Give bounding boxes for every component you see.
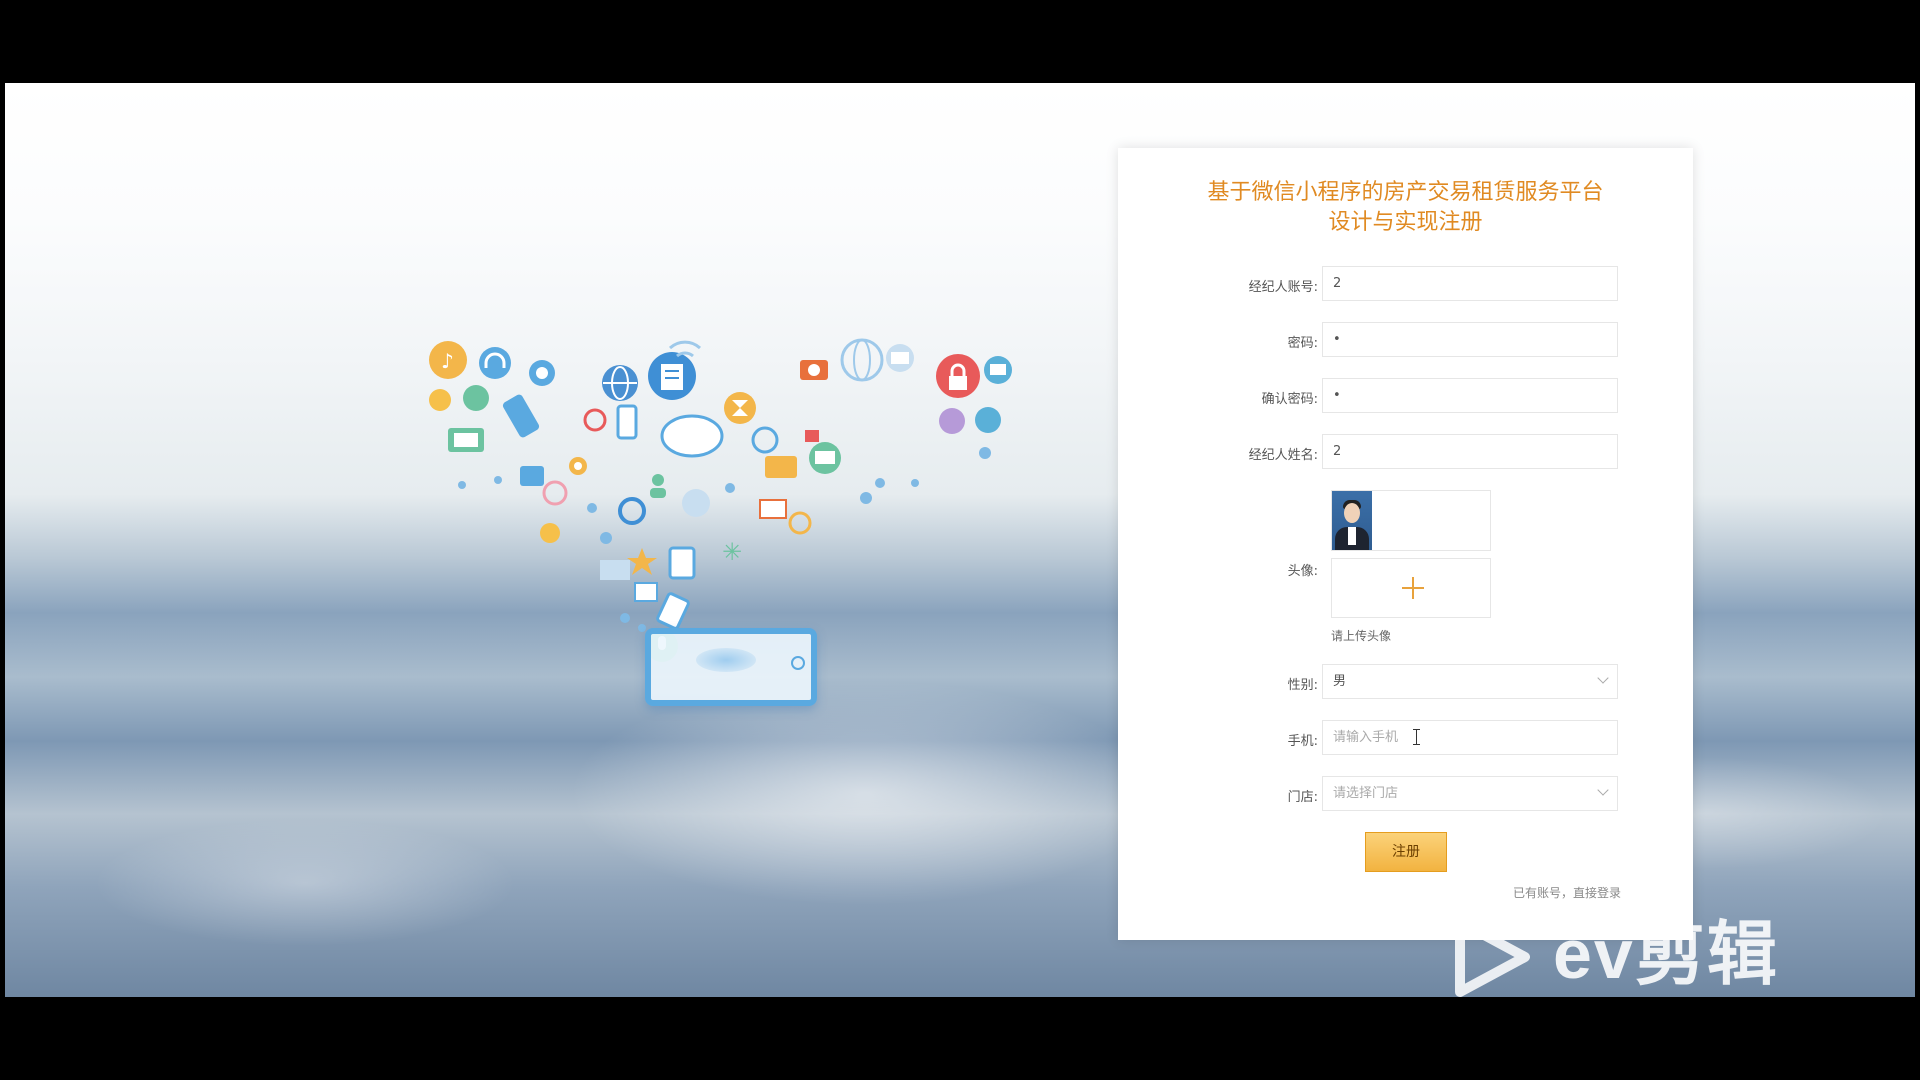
phone-label: 手机: — [1287, 734, 1318, 749]
world-icon — [840, 338, 884, 382]
name-label: 经纪人姓名: — [1248, 448, 1318, 463]
display-icon — [809, 442, 841, 474]
globe-icon — [602, 365, 638, 401]
watermark: ev剪辑 — [1450, 912, 1830, 1002]
mail-outline-icon — [759, 499, 787, 519]
watermark-text: ev剪辑 — [1553, 915, 1779, 993]
login-link[interactable]: 已有账号，直接登录 — [1513, 884, 1621, 901]
account-field[interactable]: 2 — [1322, 266, 1618, 301]
phone-icon — [502, 394, 540, 438]
app-icon-cloud-illustration: ♪ ✳ — [429, 338, 1012, 662]
store-select[interactable]: 请选择门店 — [1322, 776, 1618, 811]
gender-value: 男 — [1333, 674, 1347, 689]
mobile-icon — [616, 404, 638, 440]
svg-text:♪: ♪ — [441, 349, 454, 373]
avatar — [1332, 491, 1372, 550]
page-title: 基于微信小程序的房产交易租赁服务平台 设计与实现注册 — [1118, 178, 1693, 238]
plus-circle-icon — [751, 426, 779, 454]
share-icon — [463, 385, 489, 411]
avatar-upload-button[interactable] — [1331, 558, 1491, 618]
account-label: 经纪人账号: — [1248, 280, 1318, 295]
text-cursor-icon — [1413, 729, 1421, 745]
gender-select[interactable]: 男 — [1322, 664, 1618, 699]
laptop-icon — [448, 428, 484, 452]
svg-text:✳: ✳ — [722, 538, 742, 566]
power-icon — [583, 408, 607, 432]
tablet-small-icon — [656, 592, 690, 630]
message-icon — [984, 356, 1012, 384]
calendar-icon — [634, 582, 658, 602]
camera-icon — [800, 360, 828, 380]
tablet-screen-glow — [696, 648, 756, 672]
password-label: 密码: — [1287, 336, 1318, 351]
chevron-down-icon — [1597, 784, 1609, 796]
name-field[interactable]: 2 — [1322, 434, 1618, 469]
asterisk-icon: ✳ — [722, 538, 742, 566]
title-line-2: 设计与实现注册 — [1328, 210, 1483, 235]
star-icon — [627, 548, 657, 575]
title-line-1: 基于微信小程序的房产交易租赁服务平台 — [1207, 180, 1604, 205]
gear-icon — [569, 457, 587, 475]
headphones-icon — [479, 347, 511, 379]
chat-bubble-icon — [660, 414, 724, 458]
hourglass-icon — [724, 392, 756, 424]
store-label: 门店: — [1287, 790, 1318, 805]
play-logo-icon — [1455, 917, 1530, 997]
gender-label: 性别: — [1287, 678, 1318, 693]
padlock-icon — [805, 430, 819, 442]
avatar-label: 头像: — [1287, 564, 1318, 579]
tablet-home-button — [791, 656, 805, 670]
confirm-password-field[interactable]: • — [1322, 378, 1618, 413]
phone-field[interactable]: 请输入手机 — [1322, 720, 1618, 755]
register-card: 基于微信小程序的房产交易租赁服务平台 设计与实现注册 经纪人账号: 2 密码: … — [1118, 148, 1693, 940]
user-icon — [650, 474, 666, 498]
tablet-illustration — [645, 628, 817, 706]
envelope-icon — [600, 560, 630, 580]
target-icon — [529, 360, 555, 386]
store-placeholder: 请选择门店 — [1333, 786, 1399, 801]
mail-icon — [886, 344, 914, 372]
avatar-face — [1344, 503, 1360, 523]
refresh-icon — [788, 511, 812, 535]
recycle-icon — [542, 480, 568, 506]
plus-icon — [1402, 577, 1424, 599]
password-field[interactable]: • — [1322, 322, 1618, 357]
confirm-password-label: 确认密码: — [1261, 392, 1318, 407]
notepad-icon — [668, 546, 696, 580]
signal-icon — [975, 407, 1001, 433]
pin-icon — [429, 389, 451, 411]
settings-icon — [618, 497, 646, 525]
chevron-down-icon — [1597, 672, 1609, 684]
register-button[interactable]: 注册 — [1365, 832, 1447, 872]
avatar-preview[interactable] — [1331, 490, 1491, 551]
photo-icon — [520, 466, 544, 486]
avatar-hint: 请上传头像 — [1331, 629, 1392, 643]
flower-icon — [939, 408, 965, 434]
tag-icon — [682, 489, 710, 517]
music-icon: ♪ — [429, 341, 467, 379]
lock-icon — [936, 354, 980, 398]
document-icon — [648, 352, 696, 400]
avatar-shirt — [1348, 527, 1356, 545]
monitor-icon — [765, 456, 797, 478]
